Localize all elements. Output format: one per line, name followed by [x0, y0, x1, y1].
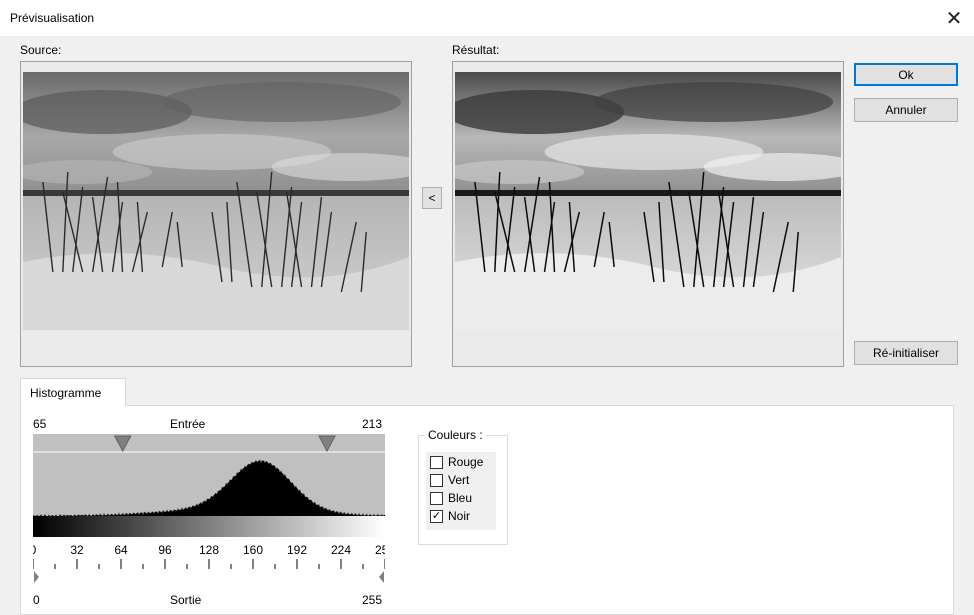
colors-checklist: Rouge Vert Bleu ✓ Noir: [426, 452, 496, 530]
checkbox-vert[interactable]: Vert: [430, 472, 469, 488]
output-low-marker[interactable]: [34, 571, 39, 583]
checkbox-vert-box[interactable]: [430, 473, 443, 487]
tab-histogramme[interactable]: Histogramme: [20, 378, 126, 406]
checkbox-vert-label: Vert: [448, 473, 470, 487]
checkbox-noir[interactable]: ✓ Noir: [430, 508, 470, 524]
checkbox-bleu[interactable]: Bleu: [430, 490, 472, 506]
checkbox-noir-box[interactable]: ✓: [430, 509, 443, 523]
checkbox-rouge[interactable]: Rouge: [430, 454, 483, 470]
cancel-button[interactable]: Annuler: [854, 98, 958, 122]
title-bar: Prévisualisation ✕: [0, 0, 974, 36]
ok-button[interactable]: Ok: [854, 63, 958, 86]
checkbox-rouge-label: Rouge: [448, 455, 484, 469]
checkbox-noir-label: Noir: [448, 509, 471, 523]
source-image: [23, 72, 409, 330]
result-label: Résultat:: [452, 43, 500, 57]
input-label: Entrée: [170, 417, 206, 431]
window-title: Prévisualisation: [10, 11, 95, 25]
input-max-value: 213: [362, 417, 383, 431]
output-scale[interactable]: 0326496128160192224256: [33, 537, 385, 585]
output-high-marker[interactable]: [379, 571, 384, 583]
checkbox-bleu-label: Bleu: [448, 491, 473, 505]
checkbox-rouge-box[interactable]: [430, 455, 443, 469]
copy-to-result-button[interactable]: <: [422, 187, 442, 209]
checkbox-bleu-box[interactable]: [430, 491, 443, 505]
colors-group-title: Couleurs :: [425, 428, 486, 442]
result-image: [455, 72, 841, 330]
reset-button[interactable]: Ré-initialiser: [854, 341, 958, 365]
luminance-gradient-bar: [33, 516, 385, 537]
histogram-graph[interactable]: [33, 434, 385, 516]
source-label: Source:: [20, 43, 62, 57]
result-panel: [452, 61, 844, 367]
source-panel: [20, 61, 412, 367]
input-min-value: 65: [33, 417, 47, 431]
close-icon[interactable]: ✕: [934, 0, 974, 36]
